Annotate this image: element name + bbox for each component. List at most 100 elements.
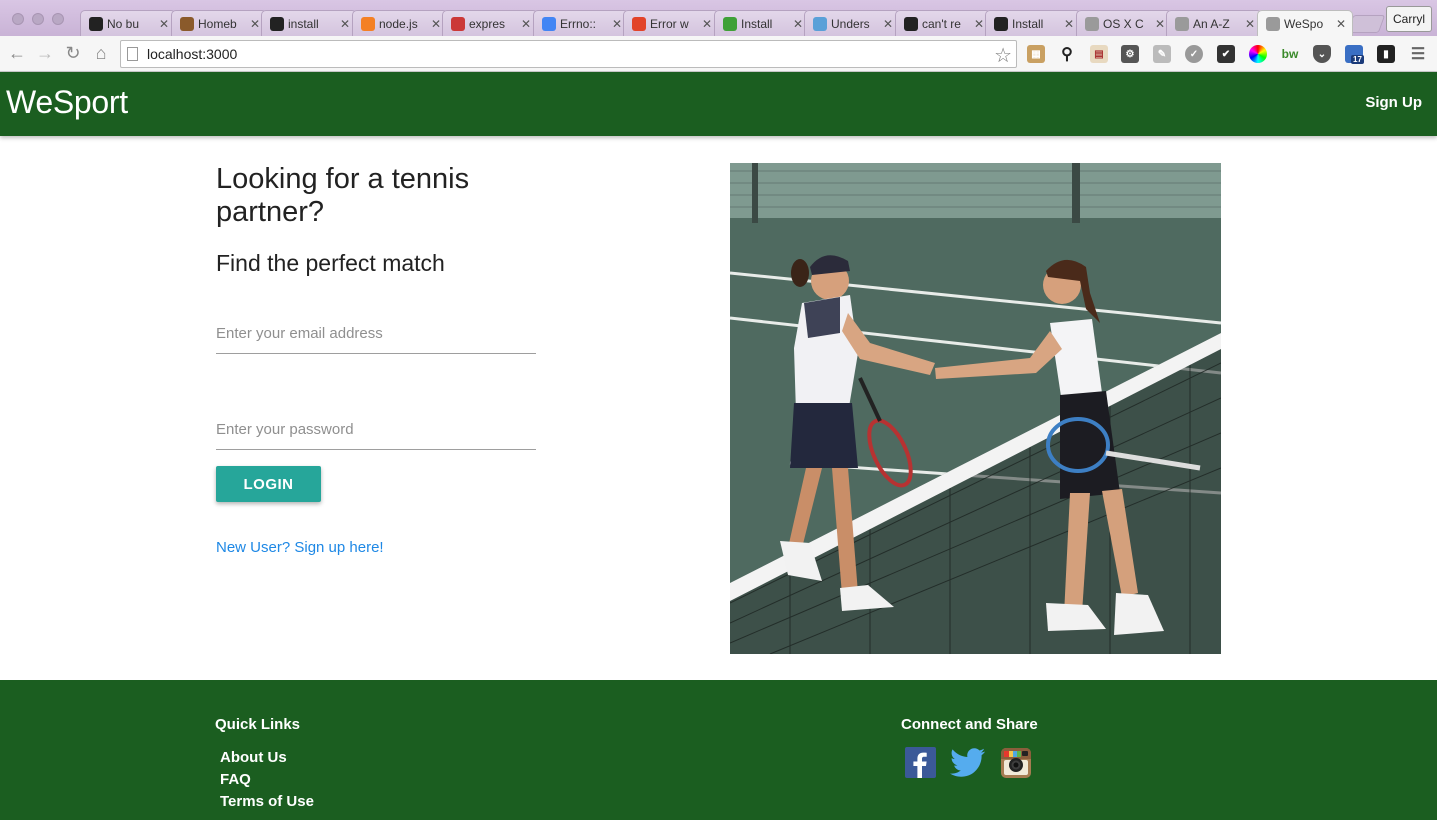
npm-icon (451, 16, 465, 31)
tab-title: can't re (922, 16, 961, 31)
browser-tab[interactable]: Error w ✕ (623, 10, 719, 36)
pocket-extension-icon[interactable]: ⌄ (1313, 45, 1331, 63)
tennis-players-photo (730, 163, 1221, 654)
footer-link-terms[interactable]: Terms of Use (220, 793, 314, 815)
close-tab-icon[interactable]: ✕ (250, 17, 260, 31)
toolbox-extension-icon[interactable]: ⚙ (1121, 45, 1139, 63)
login-button[interactable]: LOGIN (216, 466, 321, 502)
browser-tab-active[interactable]: WeSpo ✕ (1257, 10, 1353, 36)
rss-extension-icon[interactable]: ▦ (1027, 45, 1045, 63)
site-footer: Quick Links About Us FAQ Terms of Use Co… (0, 680, 1437, 820)
tab-title: Install (741, 16, 773, 31)
close-tab-icon[interactable]: ✕ (612, 17, 622, 31)
shield-extension-icon[interactable]: ✓ (1185, 45, 1203, 63)
password-field (216, 410, 536, 450)
magnifier-extension-icon[interactable]: ⚲ (1058, 45, 1076, 63)
footer-link-about[interactable]: About Us (220, 749, 314, 771)
browser-tab[interactable]: install ✕ (261, 10, 357, 36)
close-tab-icon[interactable]: ✕ (883, 17, 893, 31)
color-wheel-extension-icon[interactable] (1249, 45, 1267, 63)
forward-icon[interactable]: → (35, 43, 55, 63)
email-input[interactable] (216, 314, 536, 352)
browser-tab[interactable]: can't re ✕ (895, 10, 991, 36)
browser-tab[interactable]: Install ✕ (714, 10, 810, 36)
close-tab-icon[interactable]: ✕ (793, 17, 803, 31)
page-icon (1175, 16, 1189, 31)
browser-tab[interactable]: OS X C ✕ (1076, 10, 1172, 36)
phone-extension-icon[interactable]: ▮ (1377, 45, 1395, 63)
browser-tab[interactable]: An A-Z ✕ (1166, 10, 1262, 36)
gitlab-icon (632, 16, 646, 31)
mongodb-icon (723, 16, 737, 31)
connect-title: Connect and Share (901, 716, 1038, 733)
window-close-button[interactable] (12, 13, 24, 25)
browser-tab[interactable]: Install ✕ (985, 10, 1081, 36)
close-tab-icon[interactable]: ✕ (1155, 17, 1165, 31)
brand-logo[interactable]: WeSport (6, 84, 128, 121)
url-input[interactable] (147, 44, 987, 64)
tab-title: expres (469, 16, 506, 31)
reload-icon[interactable]: ↻ (63, 43, 83, 63)
browser-tab[interactable]: node.js ✕ (352, 10, 448, 36)
close-tab-icon[interactable]: ✕ (702, 17, 712, 31)
address-bar[interactable]: ☆ (120, 40, 1017, 68)
page-icon (127, 47, 138, 61)
new-user-signup-link[interactable]: New User? Sign up here! (216, 539, 384, 556)
menu-icon[interactable]: ☰ (1409, 45, 1427, 63)
tab-title: WeSpo (1284, 16, 1324, 31)
translate-extension-icon[interactable]: 17 (1345, 45, 1364, 64)
bw-extension-icon[interactable]: bw (1281, 45, 1299, 63)
checkmark-extension-icon[interactable]: ✔ (1217, 45, 1235, 63)
close-tab-icon[interactable]: ✕ (521, 17, 531, 31)
tab-title: No bu (107, 16, 140, 31)
tab-title: Install (1012, 16, 1044, 31)
calendar-extension-icon[interactable]: ▤ (1090, 45, 1108, 63)
close-tab-icon[interactable]: ✕ (159, 17, 169, 31)
window-minimize-button[interactable] (32, 13, 44, 25)
instagram-icon[interactable] (1001, 748, 1031, 778)
tab-title: install (288, 16, 319, 31)
tennis-photo-illustration (730, 163, 1221, 654)
page-icon (1085, 16, 1099, 31)
github-icon (89, 16, 103, 31)
stackoverflow-icon (361, 16, 375, 31)
close-tab-icon[interactable]: ✕ (974, 17, 984, 31)
homebrew-icon (180, 16, 194, 31)
password-input[interactable] (216, 410, 536, 448)
browser-tab[interactable]: Errno:: ✕ (533, 10, 629, 36)
tab-title: Error w (650, 16, 689, 31)
tab-title: Homeb (198, 16, 237, 31)
close-tab-icon[interactable]: ✕ (1245, 17, 1255, 31)
tab-title: An A-Z (1193, 16, 1230, 31)
browser-tab[interactable]: Homeb ✕ (171, 10, 267, 36)
signup-link[interactable]: Sign Up (1365, 94, 1422, 111)
close-tab-icon[interactable]: ✕ (1064, 17, 1074, 31)
cloud-icon (813, 16, 827, 31)
browser-toolbar: ← → ↻ ⌂ ☆ ▦ ⚲ ▤ ⚙ ✎ ✓ ✔ bw ⌄ 17 ▮ ☰ (0, 36, 1437, 72)
browser-tab[interactable]: No bu ✕ (80, 10, 176, 36)
close-tab-icon[interactable]: ✕ (340, 17, 350, 31)
home-icon[interactable]: ⌂ (91, 43, 111, 63)
github-icon (994, 16, 1008, 31)
quick-links-title: Quick Links (215, 716, 301, 733)
tab-title: OS X C (1103, 16, 1144, 31)
bookmark-star-icon[interactable]: ☆ (994, 43, 1012, 68)
browser-tab[interactable]: expres ✕ (442, 10, 538, 36)
quick-links-list: About Us FAQ Terms of Use (220, 749, 314, 815)
back-icon[interactable]: ← (7, 43, 27, 63)
close-tab-icon[interactable]: ✕ (1336, 17, 1346, 31)
tab-title: Unders (831, 16, 870, 31)
profile-button[interactable]: Carryl (1386, 6, 1432, 32)
window-zoom-button[interactable] (52, 13, 64, 25)
tab-title: node.js (379, 16, 418, 31)
footer-link-faq[interactable]: FAQ (220, 771, 314, 793)
notepad-extension-icon[interactable]: ✎ (1153, 45, 1171, 63)
github-icon (904, 16, 918, 31)
page-title: Looking for a tennis partner? (216, 163, 470, 228)
close-tab-icon[interactable]: ✕ (431, 17, 441, 31)
browser-tab[interactable]: Unders ✕ (804, 10, 900, 36)
twitter-icon[interactable] (950, 747, 986, 778)
site-header: WeSport Sign Up (0, 72, 1437, 136)
facebook-icon[interactable] (905, 747, 936, 778)
google-icon (542, 16, 556, 31)
